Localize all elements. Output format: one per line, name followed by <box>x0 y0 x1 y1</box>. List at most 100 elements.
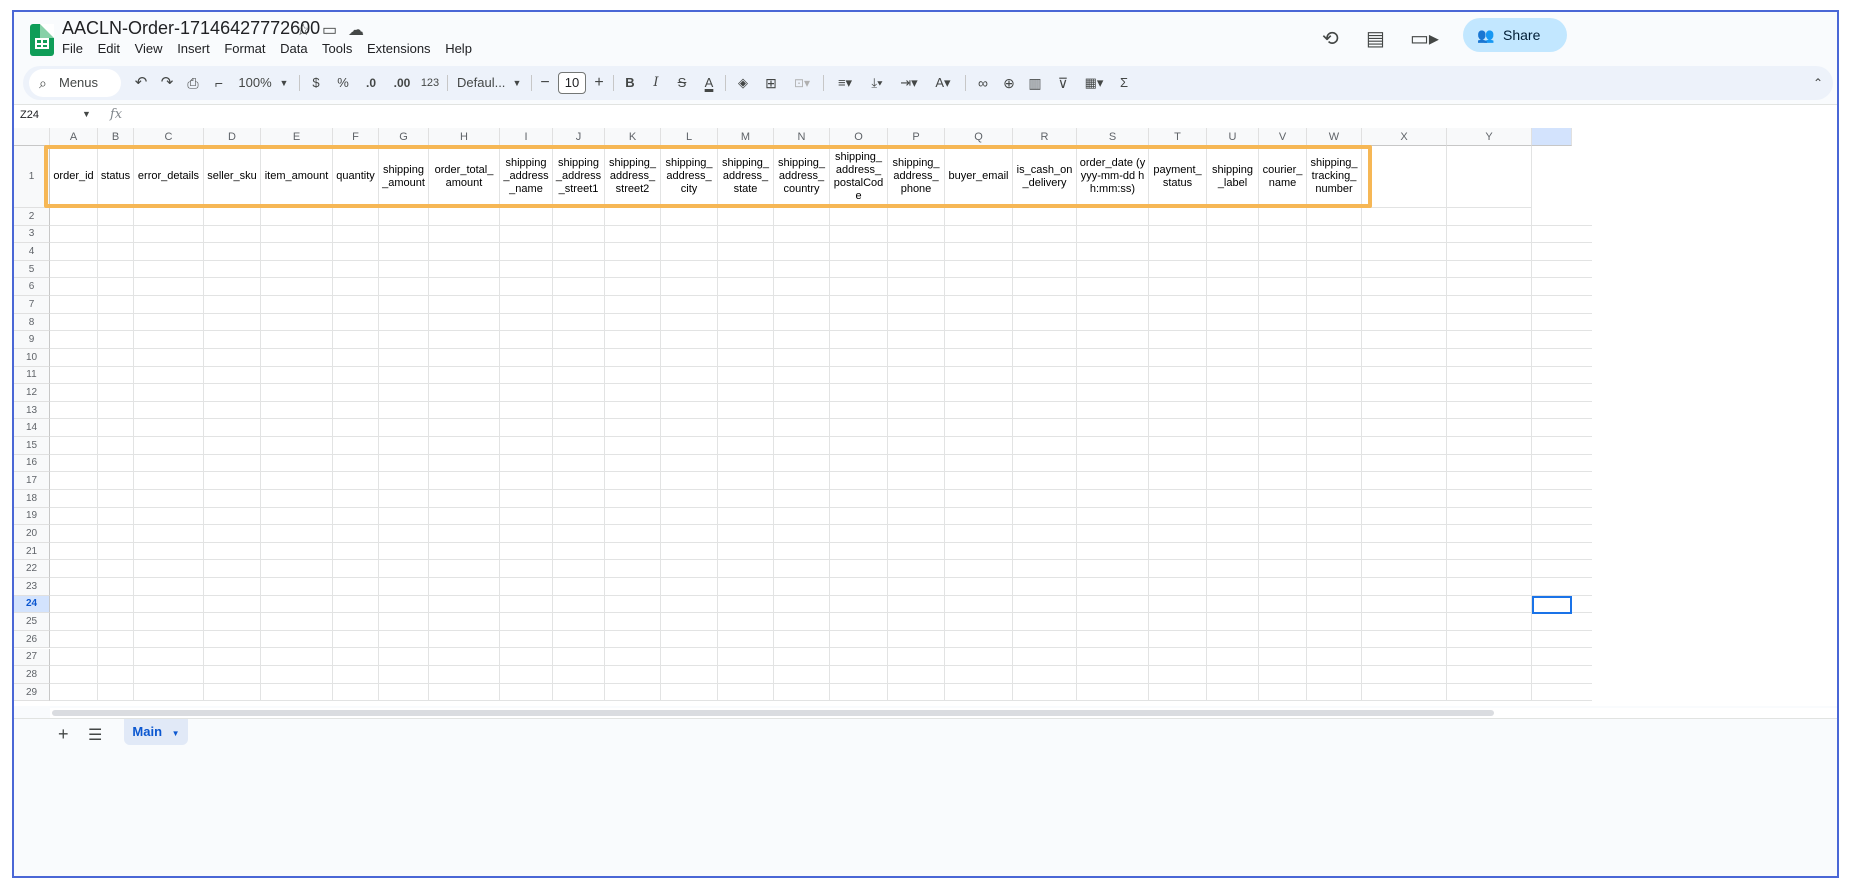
decrease-font-size-icon[interactable]: − <box>537 66 553 100</box>
more-formats-button[interactable]: 123 <box>419 66 441 100</box>
column-header-x[interactable]: X <box>1362 128 1447 146</box>
column-header-f[interactable]: F <box>333 128 379 146</box>
row-header-20[interactable]: 20 <box>14 525 50 543</box>
share-button[interactable]: 👥 Share <box>1463 18 1567 52</box>
currency-format-button[interactable]: $ <box>309 66 323 100</box>
header-cell-v[interactable]: courier_ name <box>1259 146 1307 208</box>
column-header-k[interactable]: K <box>605 128 661 146</box>
undo-icon[interactable]: ↶ <box>131 66 151 100</box>
header-cell-l[interactable]: shipping_ address_ city <box>661 146 718 208</box>
row-header-16[interactable]: 16 <box>14 454 50 473</box>
row-header-4[interactable]: 4 <box>14 243 50 261</box>
decrease-decimal-button[interactable]: .0 <box>361 66 381 100</box>
column-header-v[interactable]: V <box>1259 128 1307 146</box>
header-cell-x[interactable] <box>1362 146 1447 208</box>
header-cell-q[interactable]: buyer_email <box>945 146 1013 208</box>
column-header-n[interactable]: N <box>774 128 830 146</box>
column-header-a[interactable]: A <box>50 128 98 146</box>
header-cell-n[interactable]: shipping_ address_ country <box>774 146 830 208</box>
row-header-6[interactable]: 6 <box>14 278 50 297</box>
column-header-m[interactable]: M <box>718 128 774 146</box>
header-cell-g[interactable]: shipping _amount <box>379 146 429 208</box>
add-sheet-icon[interactable]: + <box>58 724 69 745</box>
sheet-tab-main[interactable]: Main ▼ <box>124 719 188 745</box>
filter-views-icon[interactable]: ▦▾ <box>1079 66 1109 100</box>
bold-button[interactable]: B <box>621 66 639 100</box>
merge-cells-icon[interactable]: ⊡▾ <box>787 66 817 100</box>
name-box-chevron-down-icon[interactable]: ▼ <box>82 109 91 119</box>
column-header-s[interactable]: S <box>1077 128 1149 146</box>
row-header-10[interactable]: 10 <box>14 348 50 367</box>
column-header-w[interactable]: W <box>1307 128 1362 146</box>
header-cell-e[interactable]: item_amount <box>261 146 333 208</box>
header-cell-y[interactable] <box>1447 146 1532 208</box>
meet-video-icon[interactable]: ▭▸ <box>1410 26 1439 51</box>
sheet-tab-chevron-down-icon[interactable]: ▼ <box>172 729 180 738</box>
menu-edit[interactable]: Edit <box>98 41 120 56</box>
filter-icon[interactable]: ⊽ <box>1053 66 1073 100</box>
row-header-9[interactable]: 9 <box>14 331 50 349</box>
column-header-h[interactable]: H <box>429 128 500 146</box>
select-all-corner[interactable] <box>14 128 50 146</box>
header-cell-r[interactable]: is_cash_on _delivery <box>1013 146 1077 208</box>
redo-icon[interactable]: ↷ <box>157 66 177 100</box>
row-header-14[interactable]: 14 <box>14 419 50 438</box>
menu-tools[interactable]: Tools <box>322 41 352 56</box>
increase-decimal-button[interactable]: .00 <box>389 66 415 100</box>
row-header-25[interactable]: 25 <box>14 613 50 631</box>
cloud-status-icon[interactable]: ☁ <box>348 20 364 40</box>
header-cell-h[interactable]: order_total_ amount <box>429 146 500 208</box>
row-header-3[interactable]: 3 <box>14 225 50 244</box>
all-sheets-icon[interactable]: ☰ <box>88 725 102 745</box>
column-header-t[interactable]: T <box>1149 128 1207 146</box>
column-header-o[interactable]: O <box>830 128 888 146</box>
row-header-2[interactable]: 2 <box>14 208 50 226</box>
header-cell-b[interactable]: status <box>98 146 134 208</box>
row-header-5[interactable]: 5 <box>14 260 50 279</box>
row-header-17[interactable]: 17 <box>14 472 50 490</box>
strikethrough-icon[interactable]: S <box>673 66 691 100</box>
column-header-d[interactable]: D <box>204 128 261 146</box>
header-cell-i[interactable]: shipping _address _name <box>500 146 553 208</box>
zoom-select[interactable]: 100% <box>235 66 275 100</box>
row-header-11[interactable]: 11 <box>14 366 50 385</box>
increase-font-size-icon[interactable]: + <box>591 66 607 100</box>
header-cell-p[interactable]: shipping_ address_ phone <box>888 146 945 208</box>
italic-button[interactable]: I <box>647 66 665 100</box>
column-header-g[interactable]: G <box>379 128 429 146</box>
text-wrapping-icon[interactable]: ⇥▾ <box>895 66 923 100</box>
name-box[interactable]: Z24 <box>20 109 39 121</box>
horizontal-align-icon[interactable]: ≡▾ <box>831 66 859 100</box>
move-folder-icon[interactable]: ▭ <box>322 20 337 40</box>
header-cell-u[interactable]: shipping _label <box>1207 146 1259 208</box>
borders-icon[interactable]: ⊞ <box>761 66 781 100</box>
column-header-p[interactable]: P <box>888 128 945 146</box>
menu-insert[interactable]: Insert <box>177 41 210 56</box>
menu-format[interactable]: Format <box>224 41 265 56</box>
paint-format-icon[interactable]: ⌐ <box>209 66 229 100</box>
row-header-22[interactable]: 22 <box>14 560 50 578</box>
star-icon[interactable]: ☆ <box>296 20 310 40</box>
column-header-i[interactable]: I <box>500 128 553 146</box>
horizontal-scrollbar[interactable] <box>50 708 1837 718</box>
header-cell-j[interactable]: shipping _address _street1 <box>553 146 605 208</box>
font-family-select[interactable]: Defaul... <box>457 66 509 100</box>
sheets-logo-icon[interactable] <box>30 24 54 56</box>
fill-color-icon[interactable]: ◈ <box>733 66 753 100</box>
insert-chart-icon[interactable]: ▥ <box>1025 66 1045 100</box>
comments-icon[interactable]: ▤ <box>1366 26 1385 51</box>
row-header-27[interactable]: 27 <box>14 648 50 667</box>
vertical-align-icon[interactable]: ⤓▾ <box>863 66 891 100</box>
row-header-28[interactable]: 28 <box>14 666 50 684</box>
menu-view[interactable]: View <box>135 41 163 56</box>
column-header-u[interactable]: U <box>1207 128 1259 146</box>
document-title[interactable]: AACLN-Order-17146427772600 <box>62 18 320 39</box>
menu-help[interactable]: Help <box>445 41 472 56</box>
row-header-29[interactable]: 29 <box>14 683 50 702</box>
header-cell-k[interactable]: shipping_ address_ street2 <box>605 146 661 208</box>
header-cell-c[interactable]: error_details <box>134 146 204 208</box>
header-cell-s[interactable]: order_date (yyyy-mm-dd hh:mm:ss) <box>1077 146 1149 208</box>
column-header-b[interactable]: B <box>98 128 134 146</box>
header-cell-m[interactable]: shipping_ address_ state <box>718 146 774 208</box>
column-header-e[interactable]: E <box>261 128 333 146</box>
